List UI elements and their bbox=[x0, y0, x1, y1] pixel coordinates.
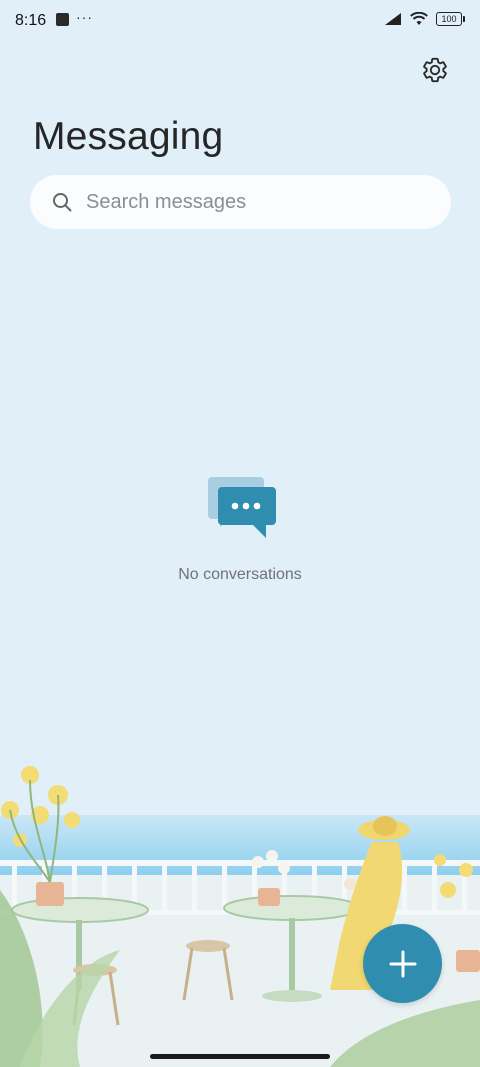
empty-state: No conversations bbox=[0, 474, 480, 584]
page-title: Messaging bbox=[33, 115, 224, 158]
signal-icon bbox=[385, 13, 401, 25]
gear-icon bbox=[422, 57, 447, 82]
battery-level: 100 bbox=[441, 14, 457, 24]
background-illustration bbox=[0, 766, 480, 1067]
wifi-icon bbox=[410, 12, 428, 25]
chat-bubbles-icon bbox=[208, 477, 276, 538]
status-more-indicator: ··· bbox=[76, 9, 93, 25]
search-input[interactable] bbox=[84, 189, 418, 215]
settings-button[interactable] bbox=[419, 54, 450, 85]
plus-icon bbox=[389, 950, 416, 977]
battery-icon: 100 bbox=[436, 12, 465, 26]
empty-state-text: No conversations bbox=[178, 566, 302, 583]
search-icon bbox=[53, 193, 72, 212]
new-conversation-button[interactable] bbox=[363, 924, 442, 1003]
home-indicator[interactable] bbox=[150, 1054, 330, 1059]
search-bar[interactable] bbox=[30, 175, 451, 229]
app-notification-icon bbox=[56, 13, 69, 26]
status-icons: 100 bbox=[384, 12, 465, 26]
status-bar: 8:16 ··· 100 bbox=[0, 0, 480, 44]
status-time: 8:16 bbox=[15, 12, 47, 29]
